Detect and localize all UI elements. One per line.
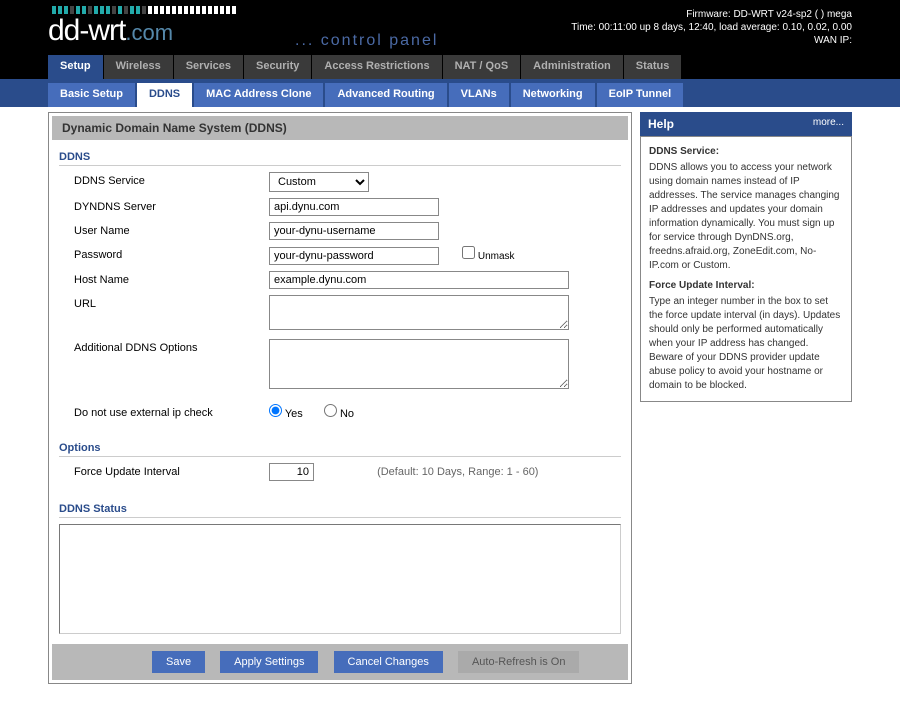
tab-services[interactable]: Services: [174, 55, 244, 79]
help-panel: Help more... DDNS Service: DDNS allows y…: [640, 112, 852, 684]
interval-hint: (Default: 10 Days, Range: 1 - 60): [377, 466, 538, 478]
help-h1: DDNS Service:: [649, 145, 843, 159]
subtab-basic-setup[interactable]: Basic Setup: [48, 83, 135, 107]
status-info: Firmware: DD-WRT v24-sp2 ( ) mega Time: …: [571, 8, 852, 47]
wan-line: WAN IP:: [571, 34, 852, 47]
logo-com: .com: [125, 20, 173, 45]
ddns-status-box: [59, 524, 621, 634]
logo-text: dd-wrt: [48, 14, 125, 47]
tab-access-restrictions[interactable]: Access Restrictions: [312, 55, 442, 79]
section-options-legend: Options: [59, 442, 621, 457]
panel-title: Dynamic Domain Name System (DDNS): [52, 116, 628, 140]
help-p2: Type an integer number in the box to set…: [649, 295, 843, 393]
save-button[interactable]: Save: [152, 651, 205, 673]
control-panel-label: ... control panel: [295, 32, 438, 50]
main-panel: Dynamic Domain Name System (DDNS) DDNS D…: [48, 112, 632, 684]
extip-label: Do not use external ip check: [74, 404, 269, 419]
header: dd-wrt.com ... control panel Firmware: D…: [0, 0, 900, 55]
interval-label: Force Update Interval: [74, 463, 269, 478]
radio-yes-label: Yes: [285, 408, 303, 420]
subtab-networking[interactable]: Networking: [511, 83, 595, 107]
section-ddns-legend: DDNS: [59, 151, 621, 166]
ddns-service-label: DDNS Service: [74, 172, 269, 187]
hostname-label: Host Name: [74, 271, 269, 286]
header-dots-icon: [52, 6, 236, 14]
tab-wireless[interactable]: Wireless: [104, 55, 174, 79]
dyndns-server-label: DYNDNS Server: [74, 198, 269, 213]
sub-tabs: Basic SetupDDNSMAC Address CloneAdvanced…: [0, 79, 900, 107]
unmask-label: Unmask: [478, 251, 515, 262]
username-input[interactable]: [269, 222, 439, 240]
subtab-vlans[interactable]: VLANs: [449, 83, 509, 107]
ddns-service-select[interactable]: Custom: [269, 172, 369, 192]
button-bar: Save Apply Settings Cancel Changes Auto-…: [52, 644, 628, 680]
tab-status[interactable]: Status: [624, 55, 683, 79]
apply-settings-button[interactable]: Apply Settings: [220, 651, 318, 673]
dyndns-server-input[interactable]: [269, 198, 439, 216]
subtab-eoip-tunnel[interactable]: EoIP Tunnel: [597, 83, 684, 107]
help-h2: Force Update Interval:: [649, 279, 843, 293]
password-label: Password: [74, 246, 269, 261]
interval-input[interactable]: [269, 463, 314, 481]
help-title: Help: [648, 117, 674, 131]
url-label: URL: [74, 295, 269, 310]
hostname-input[interactable]: [269, 271, 569, 289]
tab-setup[interactable]: Setup: [48, 55, 104, 79]
addl-options-input[interactable]: [269, 339, 569, 389]
tab-nat-qos[interactable]: NAT / QoS: [443, 55, 522, 79]
cancel-changes-button[interactable]: Cancel Changes: [334, 651, 443, 673]
main-tabs: SetupWirelessServicesSecurityAccess Rest…: [0, 55, 900, 79]
tab-administration[interactable]: Administration: [521, 55, 624, 79]
help-more-link[interactable]: more...: [813, 117, 844, 131]
help-p1: DDNS allows you to access your network u…: [649, 161, 843, 273]
subtab-mac-address-clone[interactable]: MAC Address Clone: [194, 83, 323, 107]
time-line: Time: 00:11:00 up 8 days, 12:40, load av…: [571, 21, 852, 34]
subtab-ddns[interactable]: DDNS: [137, 83, 192, 107]
password-input[interactable]: [269, 247, 439, 265]
username-label: User Name: [74, 222, 269, 237]
url-input[interactable]: [269, 295, 569, 330]
auto-refresh-button[interactable]: Auto-Refresh is On: [458, 651, 580, 673]
extip-no-radio[interactable]: [324, 404, 337, 417]
logo: dd-wrt.com: [48, 14, 173, 48]
extip-yes-radio[interactable]: [269, 404, 282, 417]
radio-no-label: No: [340, 408, 354, 420]
tab-security[interactable]: Security: [244, 55, 312, 79]
firmware-line: Firmware: DD-WRT v24-sp2 ( ) mega: [571, 8, 852, 21]
addl-options-label: Additional DDNS Options: [74, 339, 269, 354]
unmask-checkbox[interactable]: [462, 246, 475, 259]
subtab-advanced-routing[interactable]: Advanced Routing: [325, 83, 446, 107]
section-status-legend: DDNS Status: [59, 503, 621, 518]
